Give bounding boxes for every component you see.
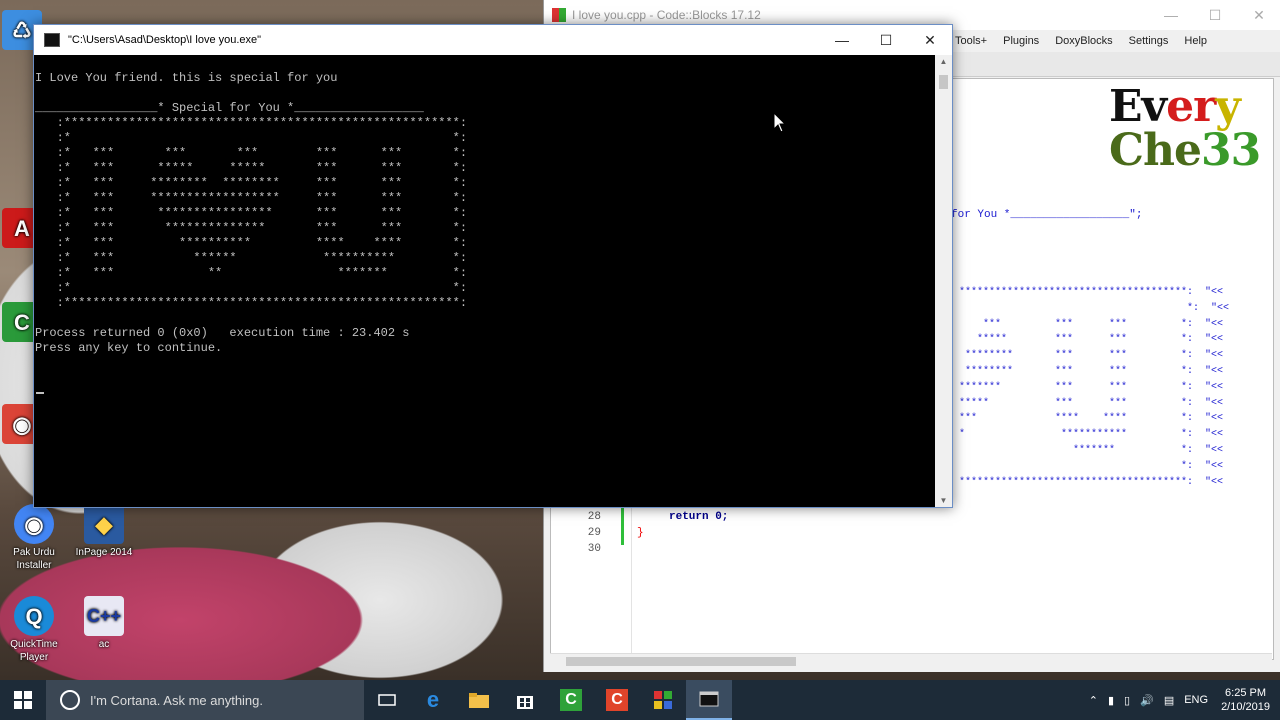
taskbar: I'm Cortana. Ask me anything. e C C ⌃ ▮ … — [0, 680, 1280, 720]
code-art-line: ******* *: "<< — [959, 444, 1224, 456]
code-art-line: ***** *** *** *: "<< — [959, 397, 1224, 409]
desktop-icon-ac[interactable]: C++ ac — [74, 596, 134, 651]
close-icon[interactable]: ✕ — [1237, 7, 1280, 24]
clock-date: 2/10/2019 — [1221, 701, 1270, 713]
everychezz-logo: Every Che33 — [1109, 81, 1261, 176]
scroll-down-arrow-icon[interactable]: ▼ — [935, 496, 952, 505]
console-vertical-scrollbar[interactable]: ▲ ▼ — [935, 55, 952, 507]
taskbar-store[interactable] — [502, 680, 548, 720]
console-output: I Love You friend. this is special for y… — [35, 71, 468, 355]
desktop-icon-label: InPage 2014 — [75, 547, 133, 558]
code-art-line: ******** *** *** *: "<< — [959, 365, 1224, 377]
code-art-line: ******** *** *** *: "<< — [959, 350, 1224, 362]
battery-icon[interactable]: ▮ — [1108, 694, 1114, 707]
code-line-special: for You *__________________"; — [951, 209, 1143, 221]
chevron-up-icon[interactable]: ⌃ — [1089, 694, 1098, 707]
mouse-pointer-icon — [773, 112, 787, 133]
console-icon — [699, 691, 719, 707]
taskbar-codeblocks[interactable] — [640, 680, 686, 720]
code-art-line: *** **** **** *: "<< — [959, 413, 1224, 425]
cpp-file-icon: C++ — [84, 596, 124, 636]
maximize-icon[interactable]: ☐ — [864, 32, 908, 49]
desktop-icon-quicktime[interactable]: Q QuickTime Player — [4, 596, 64, 664]
recorder-icon: C — [606, 689, 628, 711]
volume-icon[interactable]: 🔊 — [1140, 694, 1154, 707]
desktop-icon-inpage[interactable]: ◆ InPage 2014 — [74, 504, 134, 559]
menu-settings[interactable]: Settings — [1129, 35, 1169, 47]
desktop-icon-pak-urdu-installer[interactable]: ◉ Pak Urdu Installer — [4, 504, 64, 572]
clock[interactable]: 6:25 PM 2/10/2019 — [1221, 686, 1270, 714]
horizontal-scrollbar[interactable] — [550, 653, 1272, 669]
console-title: "C:\Users\Asad\Desktop\I love you.exe" — [68, 34, 262, 46]
task-view-icon — [378, 694, 396, 706]
menu-doxyblocks[interactable]: DoxyBlocks — [1055, 35, 1112, 47]
desktop-icon-label: Pak Urdu Installer — [13, 547, 55, 571]
desktop-icon-label: QuickTime Player — [10, 639, 58, 663]
menu-plugins[interactable]: Plugins — [1003, 35, 1039, 47]
cortana-icon — [60, 690, 80, 710]
close-icon[interactable]: ✕ — [908, 32, 952, 49]
scrollbar-thumb[interactable] — [939, 75, 948, 89]
text-cursor — [36, 392, 44, 394]
network-icon[interactable]: ▯ — [1124, 694, 1130, 707]
start-button[interactable] — [0, 680, 46, 720]
quicktime-icon: Q — [14, 596, 54, 636]
codeblocks-icon — [654, 691, 672, 709]
console-titlebar[interactable]: "C:\Users\Asad\Desktop\I love you.exe" —… — [34, 25, 952, 55]
search-placeholder: I'm Cortana. Ask me anything. — [90, 692, 264, 708]
taskbar-file-explorer[interactable] — [456, 680, 502, 720]
action-center-icon[interactable]: ▤ — [1164, 694, 1174, 707]
modified-lines-marker — [621, 507, 624, 545]
code-art-line: * *********** *: "<< — [959, 429, 1224, 441]
maximize-icon[interactable]: ☐ — [1193, 7, 1237, 24]
console-output-area[interactable]: I Love You friend. this is special for y… — [34, 55, 935, 507]
menu-tools-plus[interactable]: Tools+ — [955, 35, 987, 47]
code-art-line: *: "<< — [959, 302, 1230, 314]
scroll-up-arrow-icon[interactable]: ▲ — [935, 57, 952, 66]
clock-time: 6:25 PM — [1225, 687, 1267, 699]
camtasia-icon: C — [560, 689, 582, 711]
desktop-icon-label: ac — [98, 639, 110, 650]
line-number: 28 — [587, 511, 601, 523]
code-return-statement: return 0; — [669, 511, 728, 523]
code-text: return 0; — [669, 511, 729, 523]
code-art-line: **************************************: … — [959, 476, 1224, 488]
code-closing-brace: } — [637, 527, 644, 539]
taskbar-camtasia-recorder[interactable]: C — [594, 680, 640, 720]
store-bag-icon — [517, 696, 533, 709]
scrollbar-thumb[interactable] — [566, 657, 796, 666]
code-art-line: ***** *** *** *: "<< — [959, 334, 1224, 346]
system-tray: ⌃ ▮ ▯ 🔊 ▤ ENG 6:25 PM 2/10/2019 — [1084, 680, 1280, 720]
console-window[interactable]: "C:\Users\Asad\Desktop\I love you.exe" —… — [33, 24, 953, 508]
task-view-button[interactable] — [364, 680, 410, 720]
minimize-icon[interactable]: — — [820, 32, 864, 49]
console-app-icon — [44, 33, 60, 47]
menu-help[interactable]: Help — [1184, 35, 1207, 47]
windows-logo-icon — [14, 691, 32, 709]
codeblocks-app-icon — [552, 8, 566, 22]
minimize-icon[interactable]: — — [1149, 7, 1193, 24]
language-indicator[interactable]: ENG — [1184, 694, 1208, 706]
cortana-search-box[interactable]: I'm Cortana. Ask me anything. — [46, 680, 364, 720]
code-art-line: **************************************: … — [959, 287, 1224, 298]
folder-icon — [469, 693, 489, 708]
code-art-line: *** *** *** *: "<< — [959, 318, 1224, 330]
codeblocks-title: I love you.cpp - Code::Blocks 17.12 — [572, 8, 761, 22]
chrome-icon: ◉ — [14, 504, 54, 544]
taskbar-console[interactable] — [686, 680, 732, 720]
edge-icon: e — [426, 687, 440, 712]
code-art-line: ******* *** *** *: "<< — [959, 381, 1224, 393]
taskbar-camtasia[interactable]: C — [548, 680, 594, 720]
inpage-icon: ◆ — [84, 504, 124, 544]
taskbar-edge[interactable]: e — [410, 680, 456, 720]
code-heart-art: **************************************: … — [959, 285, 1229, 490]
line-number: 29 — [587, 527, 601, 539]
code-art-line: *: "<< — [959, 460, 1224, 472]
line-number: 30 — [587, 543, 601, 555]
